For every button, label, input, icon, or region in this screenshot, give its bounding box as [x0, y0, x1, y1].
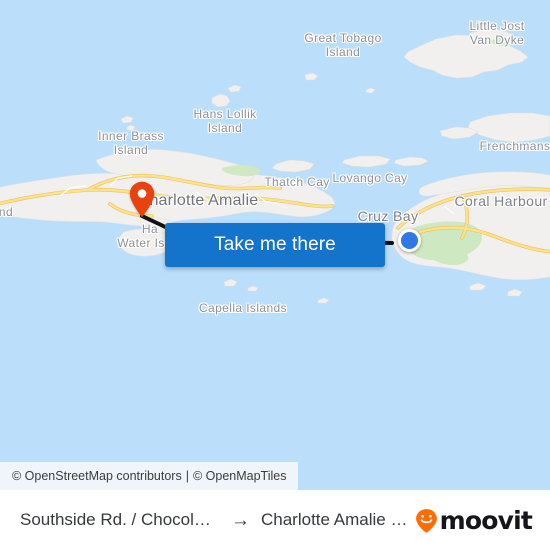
moovit-wordmark: moovit: [439, 505, 533, 535]
moovit-pin-icon: [415, 508, 437, 533]
attribution-openstreetmap[interactable]: © OpenStreetMap contributors: [12, 469, 182, 483]
map-attribution: © OpenStreetMap contributors | © OpenMap…: [0, 462, 299, 490]
footer-origin-stop: Southside Rd. / Chocolate Ea…: [20, 510, 220, 529]
footer-destination-stop: Charlotte Amalie …: [261, 510, 408, 529]
trip-footer: Southside Rd. / Chocolate Ea… → Charlott…: [0, 490, 550, 550]
arrow-right-icon: →: [231, 509, 250, 531]
take-me-there-button[interactable]: Take me there: [165, 223, 385, 267]
destination-dot-marker[interactable]: [398, 229, 421, 252]
moovit-logo[interactable]: moovit: [415, 505, 533, 535]
attribution-separator: |: [185, 469, 189, 483]
map-pin-icon: [129, 181, 155, 218]
attribution-openmaptiles[interactable]: © OpenMapTiles: [193, 469, 287, 483]
trip-map-widget: Great Tobago Island Little Jost Van Dyke H…: [0, 0, 550, 550]
map-viewport[interactable]: Great Tobago Island Little Jost Van Dyke H…: [0, 0, 550, 490]
